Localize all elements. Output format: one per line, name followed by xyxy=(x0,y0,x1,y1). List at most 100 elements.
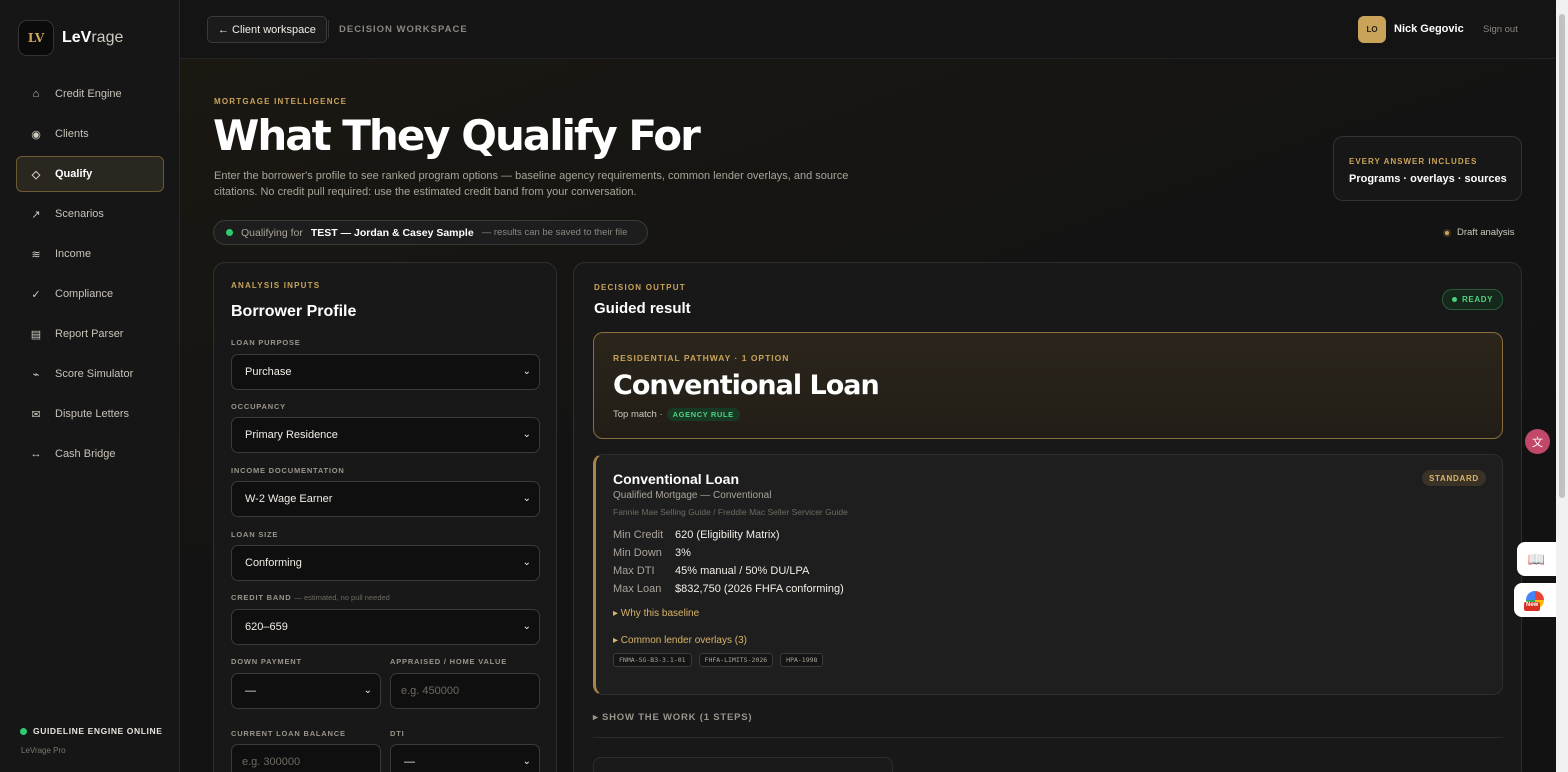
income-documentation-select[interactable]: W-2 Wage Earner ⌄ xyxy=(231,481,540,517)
credit-band-label: CREDIT BAND — estimated, no pull needed xyxy=(231,593,390,602)
program-subtitle: Qualified Mortgage — Conventional xyxy=(613,490,772,501)
sidebar-item-score-simulator[interactable]: ⌁ Score Simulator xyxy=(16,356,164,392)
book-icon[interactable]: 📖 xyxy=(1517,542,1556,576)
draft-status: Draft analysis xyxy=(1443,227,1515,238)
new-badge: New xyxy=(1524,602,1541,611)
page-description: Enter the borrower's profile to see rank… xyxy=(214,170,849,198)
sidebar-item-compliance[interactable]: ✓ Compliance xyxy=(16,276,164,312)
loan-size-label: LOAN SIZE xyxy=(231,530,279,539)
sidebar-item-report-parser[interactable]: ▤ Report Parser xyxy=(16,316,164,352)
loan-purpose-select[interactable]: Purchase ⌄ xyxy=(231,354,540,390)
scrollbar-thumb[interactable] xyxy=(1559,14,1565,498)
sidebar: LV LeVrage ⌂ Credit Engine ◉ Clients ◇ Qual… xyxy=(0,0,180,772)
sign-out-link[interactable]: Sign out xyxy=(1483,24,1518,35)
chevron-down-icon: ⌄ xyxy=(522,557,531,568)
chevron-down-icon: ⌄ xyxy=(522,366,531,377)
agency-rule-badge: AGENCY RULE xyxy=(666,408,740,421)
citation-tag[interactable]: HPA-1998 xyxy=(780,653,824,667)
avatar[interactable]: LO xyxy=(1358,16,1386,43)
pathway-subtitle: Top match · AGENCY RULE xyxy=(613,408,740,421)
panel-title: Guided result xyxy=(594,300,691,317)
diamond-icon: ◇ xyxy=(31,168,41,181)
check-icon: ✓ xyxy=(31,288,41,301)
sidebar-item-cash-bridge[interactable]: ↔ Cash Bridge xyxy=(16,436,164,472)
home-value-input[interactable]: e.g. 450000 xyxy=(390,673,540,709)
dti-label: DTI xyxy=(390,729,405,738)
sidebar-item-qualify[interactable]: ◇ Qualify xyxy=(16,156,164,192)
program-source: Fannie Mae Selling Guide / Freddie Mac S… xyxy=(613,507,848,517)
waves-icon: ≋ xyxy=(31,248,41,261)
document-icon: ▤ xyxy=(30,328,42,341)
every-answer-includes-card: EVERY ANSWER INCLUDES Programs · overlay… xyxy=(1333,136,1522,201)
citation-tag[interactable]: FHFA-LIMITS-2026 xyxy=(698,653,774,667)
pathway-eyebrow: RESIDENTIAL PATHWAY · 1 OPTION xyxy=(613,353,790,363)
down-payment-select[interactable]: — ⌄ xyxy=(231,673,381,709)
why-this-baseline-toggle[interactable]: ▸ Why this baseline xyxy=(613,608,699,619)
next-section-card xyxy=(593,757,893,772)
sidebar-item-clients[interactable]: ◉ Clients xyxy=(16,116,164,152)
page-title: What They Qualify For xyxy=(213,111,701,160)
citation-tags: FNMA-SG-B3-3.1-01 FHFA-LIMITS-2026 HPA-1… xyxy=(613,653,824,667)
occupancy-label: OCCUPANCY xyxy=(231,402,286,411)
standard-badge: STANDARD xyxy=(1422,470,1486,486)
brand-logo: LV xyxy=(18,20,54,56)
panel-title: Borrower Profile xyxy=(231,303,357,320)
chevron-down-icon: ⌄ xyxy=(522,756,531,767)
translate-icon[interactable]: 文 xyxy=(1525,429,1550,454)
every-answer-eyebrow: EVERY ANSWER INCLUDES xyxy=(1349,157,1478,166)
plan-label: LeVrage Pro xyxy=(21,746,66,755)
clients-icon: ◉ xyxy=(31,128,41,141)
program-title: Conventional Loan xyxy=(613,471,739,487)
chevron-down-icon: ⌄ xyxy=(522,493,531,504)
status-dot-icon xyxy=(20,727,27,735)
credit-band-select[interactable]: 620–659 ⌄ xyxy=(231,609,540,645)
trend-arrow-icon: ↗ xyxy=(31,208,41,221)
chevron-down-icon: ⌄ xyxy=(363,685,372,696)
chevron-down-icon: ⌄ xyxy=(522,429,531,440)
back-to-client-workspace-button[interactable]: ← Client workspace xyxy=(207,16,327,43)
draft-dot-icon xyxy=(1443,228,1451,237)
loan-size-select[interactable]: Conforming ⌄ xyxy=(231,545,540,581)
breadcrumb: DECISION WORKSPACE xyxy=(339,24,468,35)
dti-select[interactable]: — ⌄ xyxy=(390,744,540,772)
home-value-label: APPRAISED / HOME VALUE xyxy=(390,657,508,666)
home-icon: ⌂ xyxy=(32,88,40,100)
income-documentation-label: INCOME DOCUMENTATION xyxy=(231,466,345,475)
requirement-row: Min Credit 620 (Eligibility Matrix) xyxy=(613,529,780,541)
client-name: TEST — Jordan & Casey Sample xyxy=(310,226,474,239)
pathway-summary-card: RESIDENTIAL PATHWAY · 1 OPTION Conventio… xyxy=(593,332,1503,439)
analysis-inputs-panel: ANALYSIS INPUTS Borrower Profile LOAN PU… xyxy=(213,262,557,772)
show-the-work-toggle[interactable]: ▸ SHOW THE WORK (1 STEPS) xyxy=(593,712,752,723)
citation-tag[interactable]: FNMA-SG-B3-3.1-01 xyxy=(613,653,692,667)
program-card: Conventional Loan STANDARD Qualified Mor… xyxy=(593,454,1503,695)
sidebar-nav: ⌂ Credit Engine ◉ Clients ◇ Qualify ↗ Scenar… xyxy=(16,76,164,476)
down-payment-label: DOWN PAYMENT xyxy=(231,657,302,666)
sidebar-item-income[interactable]: ≋ Income xyxy=(16,236,164,272)
page-eyebrow: MORTGAGE INTELLIGENCE xyxy=(214,97,348,106)
sidebar-item-dispute-letters[interactable]: ✉ Dispute Letters xyxy=(16,396,164,432)
lender-overlays-toggle[interactable]: ▸ Common lender overlays (3) xyxy=(613,635,747,646)
panel-eyebrow: ANALYSIS INPUTS xyxy=(231,281,321,290)
loan-purpose-label: LOAN PURPOSE xyxy=(231,338,301,347)
panel-eyebrow: DECISION OUTPUT xyxy=(594,283,686,292)
brand-name: LeVrage xyxy=(62,29,124,46)
divider xyxy=(593,737,1503,738)
engine-status: GUIDELINE ENGINE ONLINE xyxy=(20,726,163,736)
sidebar-item-scenarios[interactable]: ↗ Scenarios xyxy=(16,196,164,232)
extension-widget[interactable]: New xyxy=(1514,583,1556,617)
divider xyxy=(328,20,329,38)
qualifying-client-pill: Qualifying for TEST — Jordan & Casey Sam… xyxy=(213,220,648,245)
current-loan-balance-label: CURRENT LOAN BALANCE xyxy=(231,729,346,738)
sidebar-item-credit-engine[interactable]: ⌂ Credit Engine xyxy=(16,76,164,112)
brand[interactable]: LV LeVrage xyxy=(18,20,123,56)
pulse-icon: ⌁ xyxy=(32,368,40,381)
status-badge: READY xyxy=(1442,289,1504,310)
chevron-down-icon: ⌄ xyxy=(522,621,531,632)
envelope-icon: ✉ xyxy=(31,408,41,421)
main-content: MORTGAGE INTELLIGENCE What They Qualify … xyxy=(180,59,1556,772)
requirement-row: Min Down 3% xyxy=(613,547,691,559)
every-answer-text: Programs · overlays · sources xyxy=(1349,173,1507,185)
current-loan-balance-input[interactable]: e.g. 300000 xyxy=(231,744,381,772)
occupancy-select[interactable]: Primary Residence ⌄ xyxy=(231,417,540,453)
decision-output-panel: DECISION OUTPUT Guided result READY RESI… xyxy=(573,262,1522,772)
